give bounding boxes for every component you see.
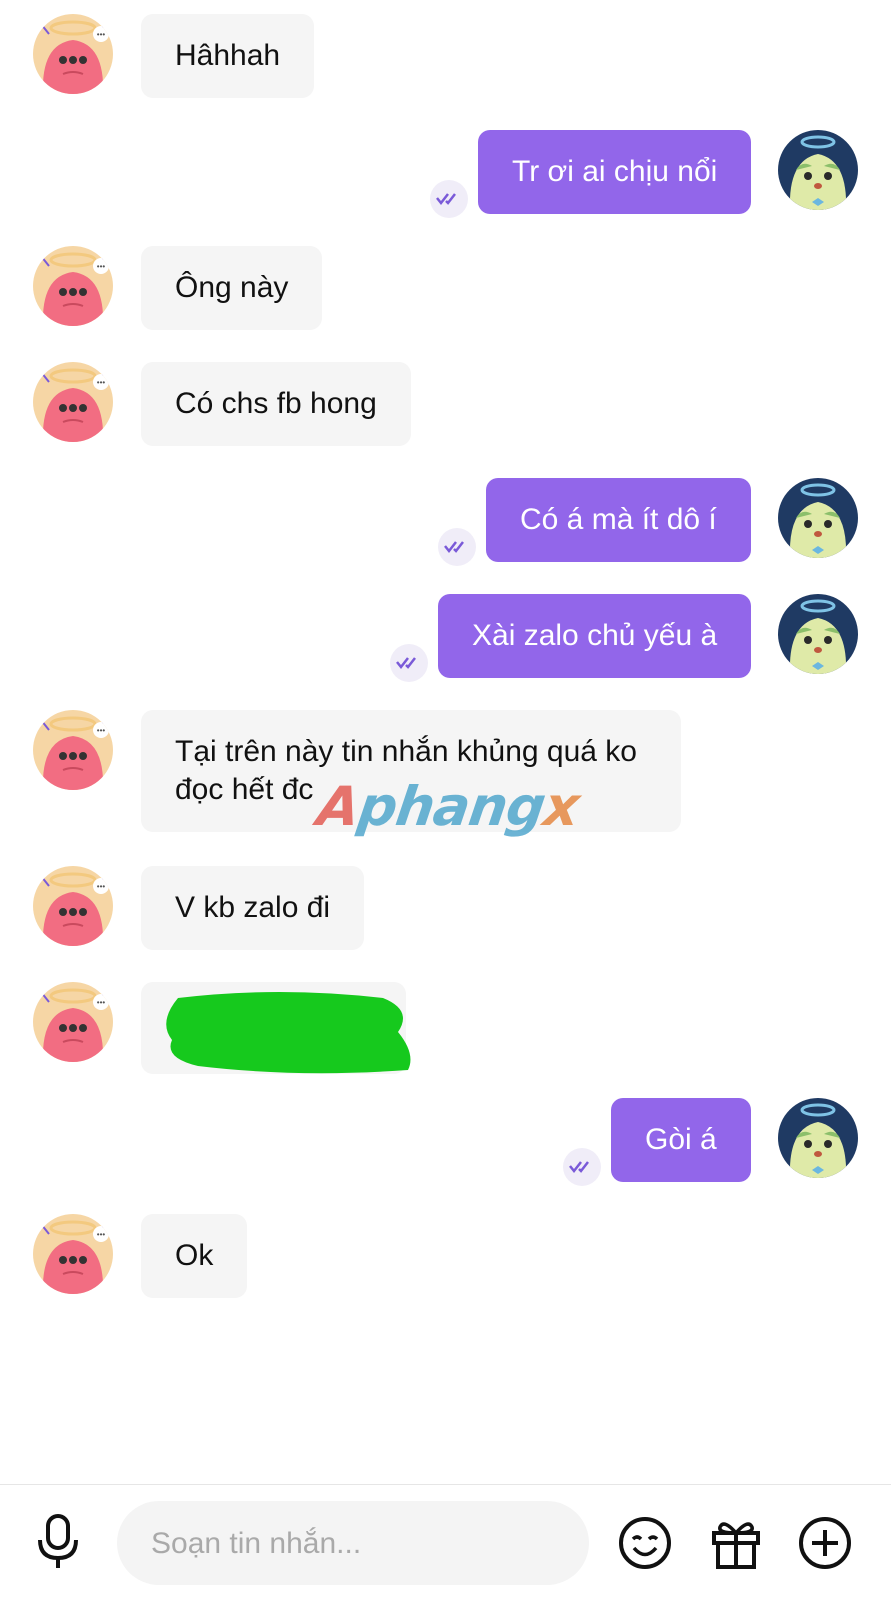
message-row-incoming: ••• V kb zalo đi [0,866,891,958]
contact-avatar[interactable]: ••• [33,362,113,442]
user-avatar[interactable] [778,478,858,558]
message-bubble[interactable]: Gòi á [611,1098,751,1182]
svg-text:•••: ••• [97,378,106,387]
message-row-incoming: ••• Ok [0,1214,891,1306]
message-row-incoming: ••• [0,982,891,1074]
user-avatar[interactable] [778,1098,858,1178]
user-avatar[interactable] [778,130,858,210]
message-row-outgoing: Có á mà ít dô í [0,478,891,570]
contact-avatar[interactable]: ••• [33,982,113,1062]
contact-avatar[interactable]: ••• [33,1214,113,1294]
message-bubble[interactable]: V kb zalo đi [141,866,365,950]
svg-text:•••: ••• [97,262,106,271]
message-composer [0,1484,891,1600]
contact-avatar[interactable]: ••• [33,246,113,326]
contact-avatar[interactable]: ••• [33,866,113,946]
chat-screen: ••• Hâhhah Tr ơi ai chịu nổi ••• Ông này… [0,0,891,1600]
plus-circle-icon[interactable] [797,1515,853,1571]
user-avatar[interactable] [778,594,858,674]
message-bubble[interactable]: Ok [141,1214,248,1298]
svg-text:•••: ••• [97,30,106,39]
svg-text:•••: ••• [97,882,106,891]
message-bubble[interactable]: Có á mà ít dô í [486,478,751,562]
message-input[interactable] [149,1501,573,1587]
double-check-icon [438,528,476,566]
svg-text:•••: ••• [97,998,106,1007]
message-row-incoming: ••• Ông này [0,246,891,338]
emoji-icon[interactable] [617,1515,673,1571]
double-check-icon [390,644,428,682]
message-input-wrapper [117,1501,589,1587]
watermark-logo: Aphangx [313,775,583,838]
message-row-incoming: ••• Có chs fb hong [0,362,891,454]
message-row-outgoing: Gòi á [0,1098,891,1190]
contact-avatar[interactable]: ••• [33,14,113,94]
message-row-incoming: ••• Hâhhah [0,14,891,106]
contact-avatar[interactable]: ••• [33,710,113,790]
message-row-outgoing: Tr ơi ai chịu nổi [0,130,891,222]
message-bubble[interactable]: Xài zalo chủ yếu à [438,594,752,678]
microphone-icon[interactable] [34,1512,82,1572]
message-row-outgoing: Xài zalo chủ yếu à [0,594,891,686]
double-check-icon [430,180,468,218]
message-bubble[interactable]: Ông này [141,246,323,330]
svg-text:•••: ••• [97,1230,106,1239]
gift-icon[interactable] [708,1515,764,1571]
message-bubble[interactable]: Tr ơi ai chịu nổi [478,130,752,214]
svg-text:•••: ••• [97,726,106,735]
redaction-scribble [166,992,411,1074]
message-bubble[interactable]: Có chs fb hong [141,362,411,446]
double-check-icon [563,1148,601,1186]
message-bubble[interactable]: Hâhhah [141,14,315,98]
